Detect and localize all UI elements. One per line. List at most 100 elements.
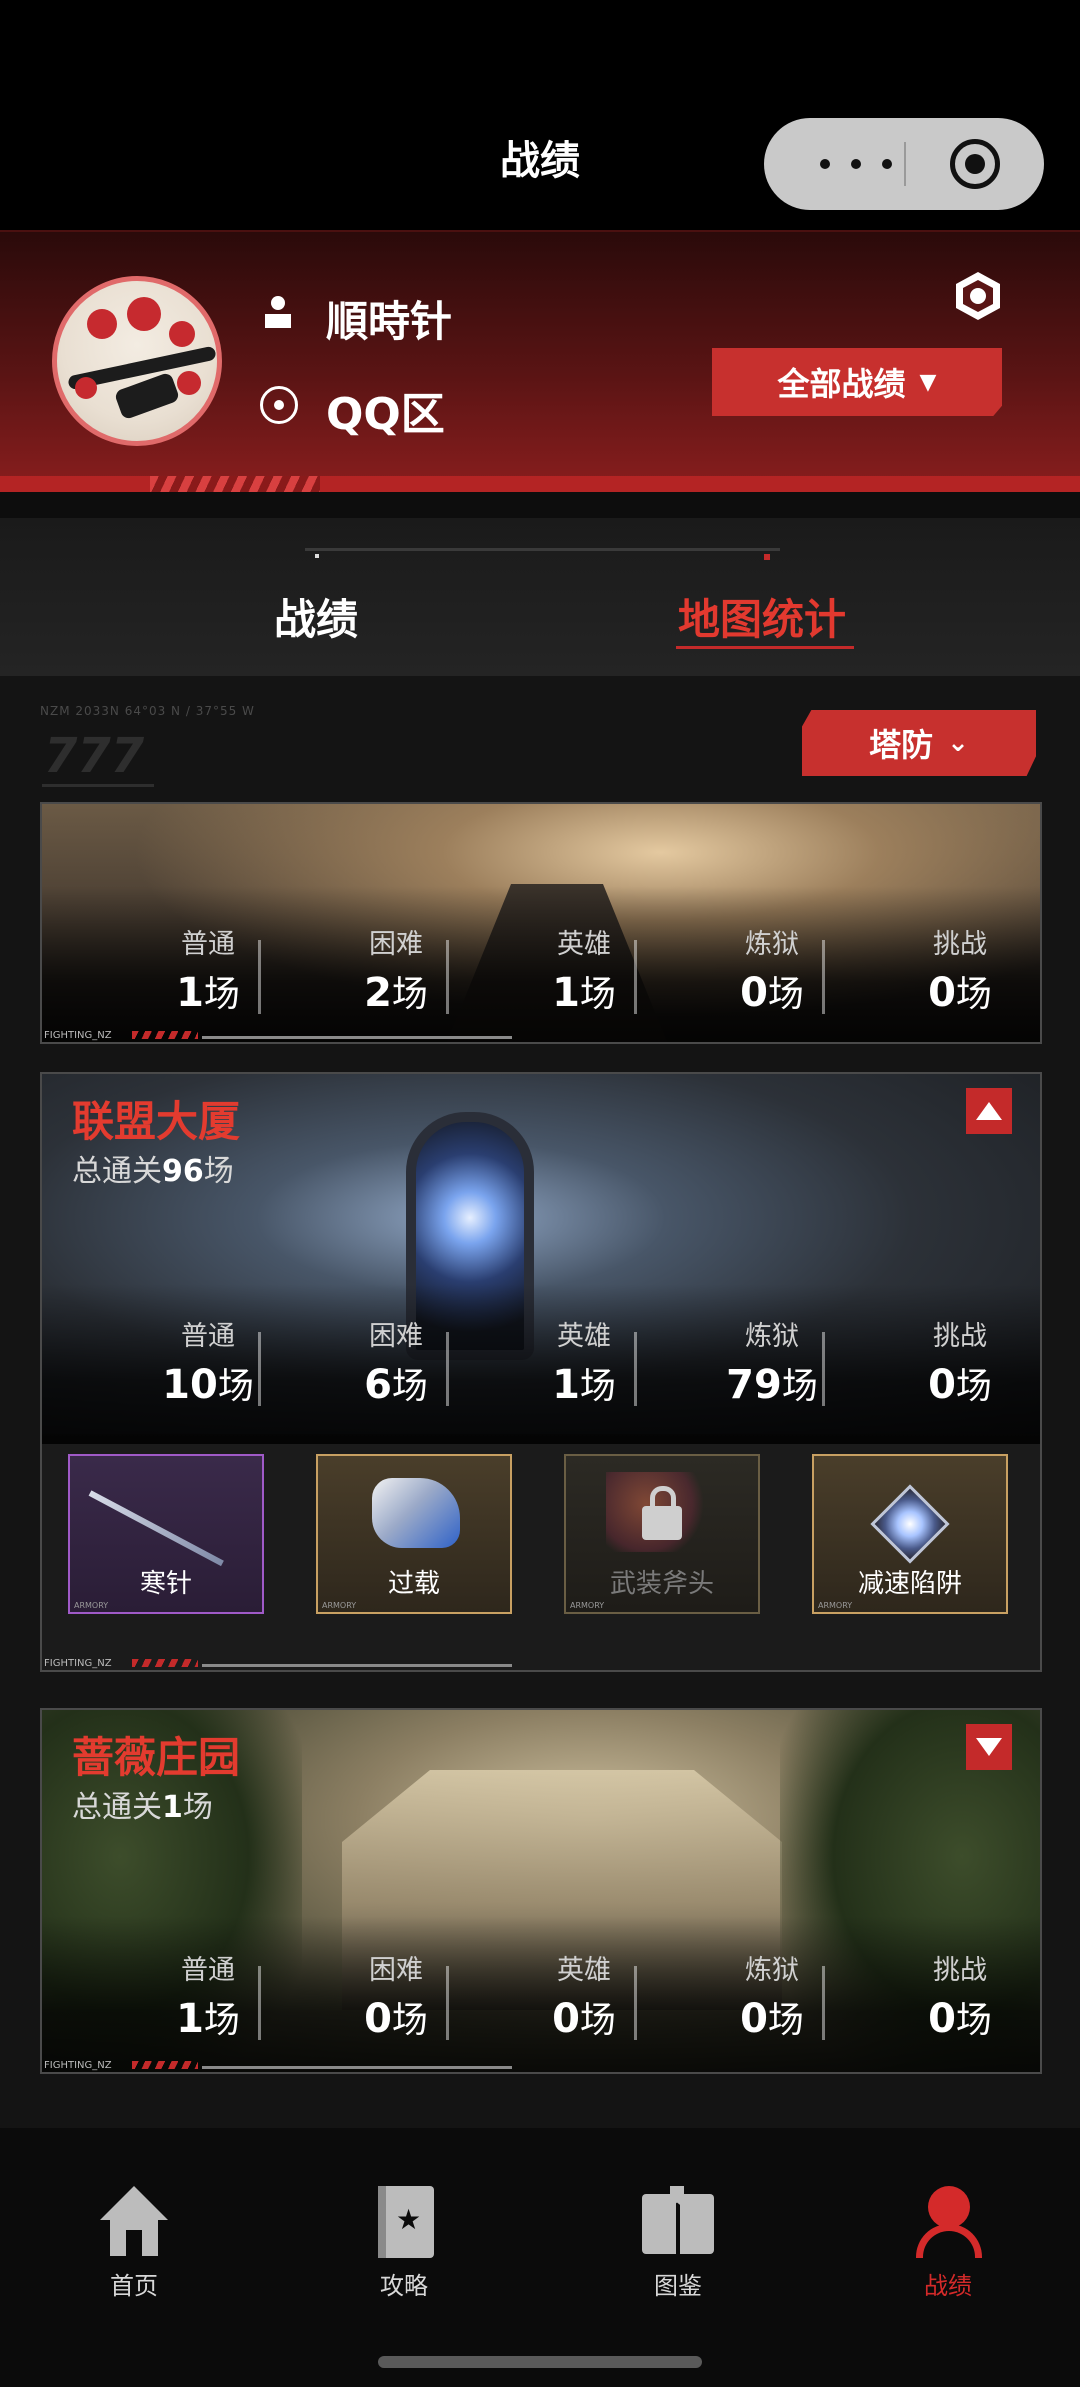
stat-label: 挑战	[933, 1321, 987, 1352]
server-name: QQ区	[326, 389, 445, 440]
stat-label: 普通	[181, 929, 235, 960]
stat-unit: 场	[217, 1366, 254, 1407]
stat-unit: 场	[579, 974, 616, 1015]
stat-value: 10	[162, 1362, 218, 1408]
tabbar-guide[interactable]: ★ 攻略	[334, 2186, 474, 2301]
tabbar-home[interactable]: 首页	[64, 2186, 204, 2301]
stat-challenge: 挑战 0场	[866, 1948, 1040, 2043]
tabbar-records[interactable]: 战绩	[878, 2186, 1018, 2301]
tabbar-label: 首页	[110, 2272, 158, 2300]
card-footer: FIGHTING_NZ	[42, 2058, 1040, 2072]
reward-name: 武装斧头	[609, 1569, 714, 1599]
stat-unit: 场	[391, 2000, 428, 2041]
stat-label: 挑战	[933, 1955, 987, 1986]
stat-normal: 普通 1场	[114, 1948, 302, 2043]
stat-value: 0	[740, 1996, 768, 2042]
reward-item[interactable]: 寒针 ARMORY	[68, 1454, 264, 1614]
reward-item[interactable]: 过载 ARMORY	[316, 1454, 512, 1614]
stat-value: 0	[552, 1996, 580, 2042]
stat-value: 1	[552, 970, 580, 1016]
total-clears: 总通关96场	[72, 1154, 234, 1189]
stat-challenge: 挑战 0场	[866, 1314, 1040, 1409]
map-card-rose-manor[interactable]: 蔷薇庄园 总通关1场 普通 1场 困难 0场 英雄 0场 炼狱 0场 挑战 0场 FIGH…	[40, 1708, 1042, 2074]
collapse-button[interactable]	[966, 1088, 1012, 1134]
tab-active-underline	[676, 646, 854, 649]
caret-down-icon: ▼	[919, 369, 937, 395]
filter-records-button[interactable]: 全部战绩 ▼	[712, 348, 1002, 416]
reward-item-locked[interactable]: 武装斧头 ARMORY	[564, 1454, 760, 1614]
close-target-icon[interactable]	[950, 139, 1000, 189]
stat-unit: 场	[767, 974, 804, 1015]
lock-icon	[642, 1486, 682, 1540]
stat-label: 困难	[369, 1955, 423, 1986]
profile-header: 順時针 QQ区 全部战绩 ▼	[0, 230, 1080, 492]
guide-icon: ★	[368, 2186, 440, 2258]
difficulty-stats: 普通 1场 困难 2场 英雄 1场 炼狱 0场 挑战 0场	[42, 922, 1040, 1032]
card-tag: FIGHTING_NZ	[44, 2060, 112, 2071]
stat-unit: 场	[767, 2000, 804, 2041]
decorative-line	[42, 784, 154, 787]
trap-icon	[870, 1484, 950, 1564]
stat-label: 英雄	[557, 1321, 611, 1352]
reward-tag: ARMORY	[322, 1601, 357, 1610]
card-tag: FIGHTING_NZ	[44, 1030, 112, 1041]
reward-tag: ARMORY	[570, 1601, 605, 1610]
stat-label: 炼狱	[745, 1955, 799, 1986]
miniprogram-capsule	[764, 118, 1044, 210]
stat-unit: 场	[579, 1366, 616, 1407]
stat-unit: 场	[391, 974, 428, 1015]
map-name: 联盟大厦	[72, 1097, 241, 1146]
record-icon	[912, 2186, 984, 2258]
map-card[interactable]: 普通 1场 困难 2场 英雄 1场 炼狱 0场 挑战 0场 FIGHTING_NZ	[40, 802, 1042, 1044]
decorative-marks: 777	[44, 728, 145, 784]
chevron-down-icon: ⌄	[947, 728, 969, 758]
server-icon	[260, 386, 298, 424]
stat-purgatory: 炼狱 0场	[678, 922, 866, 1017]
stat-value: 1	[176, 1996, 204, 2042]
settings-icon[interactable]	[956, 272, 1000, 320]
stat-challenge: 挑战 0场	[866, 922, 1040, 1017]
user-icon	[262, 296, 294, 332]
avatar[interactable]	[52, 276, 222, 446]
card-footer: FIGHTING_NZ	[42, 1656, 1040, 1670]
stat-hero: 英雄 1场	[490, 922, 678, 1017]
stat-purgatory: 炼狱 0场	[678, 1948, 866, 2043]
stat-label: 普通	[181, 1955, 235, 1986]
decorative-code: NZM 2033N 64°03 N / 37°55 W	[40, 704, 255, 718]
stat-normal: 普通 10场	[114, 1314, 302, 1409]
map-stats-content: NZM 2033N 64°03 N / 37°55 W 777 塔防 ⌄ 普通 1…	[0, 676, 1080, 2128]
tab-records[interactable]: 战绩	[274, 586, 358, 647]
stat-value: 0	[928, 970, 956, 1016]
card-footer: FIGHTING_NZ	[42, 1028, 1040, 1042]
stat-value: 1	[176, 970, 204, 1016]
mode-select-button[interactable]: 塔防 ⌄	[802, 710, 1036, 776]
stat-unit: 场	[781, 1366, 818, 1407]
reward-item[interactable]: 减速陷阱 ARMORY	[812, 1454, 1008, 1614]
tabbar-atlas[interactable]: 图鉴	[608, 2186, 748, 2301]
stat-hard: 困难 0场	[302, 1948, 490, 2043]
tabbar-label: 战绩	[924, 2272, 972, 2300]
stat-unit: 场	[955, 2000, 992, 2041]
stat-normal: 普通 1场	[114, 922, 302, 1017]
stat-label: 困难	[369, 929, 423, 960]
map-name: 蔷薇庄园	[72, 1733, 241, 1782]
expand-button[interactable]	[966, 1724, 1012, 1770]
stat-value: 0	[740, 970, 768, 1016]
stat-value: 79	[726, 1362, 782, 1408]
header-stripe	[0, 476, 1080, 492]
stat-value: 0	[928, 1996, 956, 2042]
stat-unit: 场	[955, 974, 992, 1015]
stat-unit: 场	[955, 1366, 992, 1407]
more-icon[interactable]	[816, 140, 896, 188]
stat-label: 英雄	[557, 1955, 611, 1986]
stat-label: 炼狱	[745, 1321, 799, 1352]
tab-map-stats[interactable]: 地图统计	[678, 586, 846, 647]
stat-unit: 场	[579, 2000, 616, 2041]
stat-hero: 英雄 1场	[490, 1314, 678, 1409]
filter-records-label: 全部战绩	[777, 365, 906, 403]
tabbar-label: 攻略	[380, 2272, 428, 2300]
map-card-alliance-tower[interactable]: 联盟大厦 总通关96场 普通 10场 困难 6场 英雄 1场 炼狱 79场 挑战 0场 寒…	[40, 1072, 1042, 1672]
difficulty-stats: 普通 1场 困难 0场 英雄 0场 炼狱 0场 挑战 0场	[42, 1948, 1040, 2058]
stat-unit: 场	[203, 2000, 240, 2041]
stat-purgatory: 炼狱 79场	[678, 1314, 866, 1409]
